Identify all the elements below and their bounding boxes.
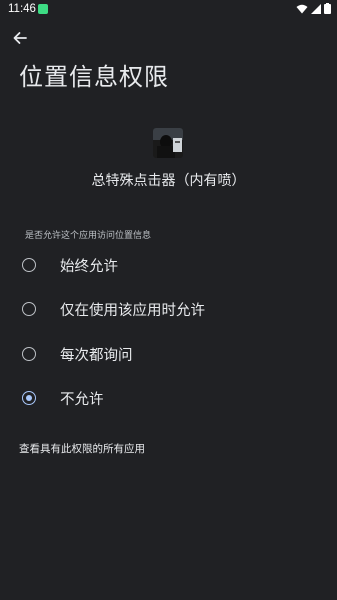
status-time: 11:46 bbox=[8, 3, 36, 15]
app-icon bbox=[153, 128, 183, 158]
status-bar: 11:46 bbox=[0, 0, 337, 20]
back-button[interactable] bbox=[8, 28, 32, 52]
wifi-icon bbox=[296, 4, 308, 14]
radio-button[interactable] bbox=[22, 258, 36, 272]
app-notification-icon bbox=[38, 4, 48, 14]
permission-question: 是否允许这个应用访问位置信息 bbox=[25, 231, 152, 241]
option-ask-every-time[interactable]: 每次都询问 bbox=[0, 335, 337, 375]
option-allow-while-using[interactable]: 仅在使用该应用时允许 bbox=[0, 290, 337, 330]
radio-button-selected[interactable] bbox=[22, 391, 36, 405]
option-always-allow[interactable]: 始终允许 bbox=[0, 246, 337, 286]
option-label: 每次都询问 bbox=[60, 348, 133, 364]
option-label: 不允许 bbox=[60, 392, 104, 408]
battery-icon bbox=[324, 3, 331, 14]
app-name: 总特殊点击器（内有喷） bbox=[91, 173, 246, 189]
signal-icon bbox=[311, 3, 321, 14]
see-all-apps-link[interactable]: 查看具有此权限的所有应用 bbox=[19, 441, 145, 456]
option-deny[interactable]: 不允许 bbox=[0, 379, 337, 419]
option-label: 始终允许 bbox=[60, 259, 118, 275]
option-label: 仅在使用该应用时允许 bbox=[60, 303, 205, 319]
page-title: 位置信息权限 bbox=[19, 63, 169, 91]
status-icons bbox=[296, 3, 331, 14]
radio-button[interactable] bbox=[22, 347, 36, 361]
arrow-back-icon bbox=[12, 30, 28, 50]
radio-button[interactable] bbox=[22, 302, 36, 316]
